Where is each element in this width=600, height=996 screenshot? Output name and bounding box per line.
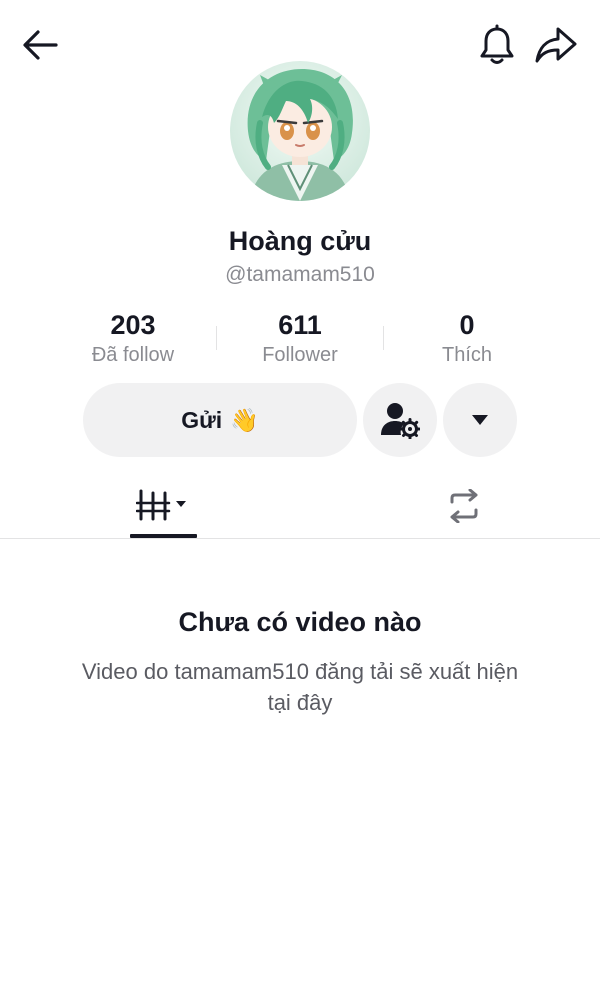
friend-settings-button[interactable]: [363, 383, 437, 457]
arrow-left-icon: [23, 30, 58, 60]
notification-button[interactable]: [474, 22, 520, 68]
wave-emoji-icon: 👋: [230, 406, 259, 433]
avatar[interactable]: [230, 61, 370, 201]
profile-username: @tamamam510: [225, 263, 375, 286]
profile-stats: 203 Đã follow 611 Follower 0 Thích: [50, 308, 550, 368]
send-button-label: Gửi: [181, 406, 223, 433]
profile-tabs: [0, 474, 600, 539]
profile-actions: Gửi 👋: [0, 383, 600, 457]
stat-following-label: Đã follow: [91, 344, 175, 366]
stat-followers-label: Follower: [262, 344, 338, 366]
more-options-button[interactable]: [443, 383, 517, 457]
bell-icon: [480, 24, 514, 64]
send-message-button[interactable]: Gửi 👋: [83, 383, 357, 457]
tab-videos[interactable]: [0, 474, 327, 538]
stat-following[interactable]: 203 Đã follow: [50, 308, 216, 368]
stat-likes[interactable]: 0 Thích: [384, 308, 550, 368]
empty-state-title: Chưa có video nào: [178, 607, 422, 637]
video-grid-icon: [135, 489, 186, 521]
repost-icon: [450, 489, 477, 523]
caret-down-icon: [472, 415, 488, 425]
avatar-image: [230, 61, 370, 201]
share-arrow-icon: [535, 27, 577, 63]
active-tab-indicator: [130, 534, 197, 538]
user-settings-icon: [381, 403, 420, 439]
stat-likes-label: Thích: [441, 344, 493, 366]
stat-following-value: 203: [110, 310, 156, 340]
tab-reposts[interactable]: [327, 474, 600, 538]
stat-followers-value: 611: [278, 310, 322, 340]
profile-display-name: Hoàng cửu: [228, 226, 372, 256]
back-button[interactable]: [16, 24, 64, 66]
stat-likes-value: 0: [459, 310, 475, 340]
empty-state-description: Video do tamamam510 đăng tải sẽ xuất hiệ…: [81, 659, 519, 715]
share-button[interactable]: [532, 22, 580, 68]
stat-followers[interactable]: 611 Follower: [217, 308, 383, 368]
